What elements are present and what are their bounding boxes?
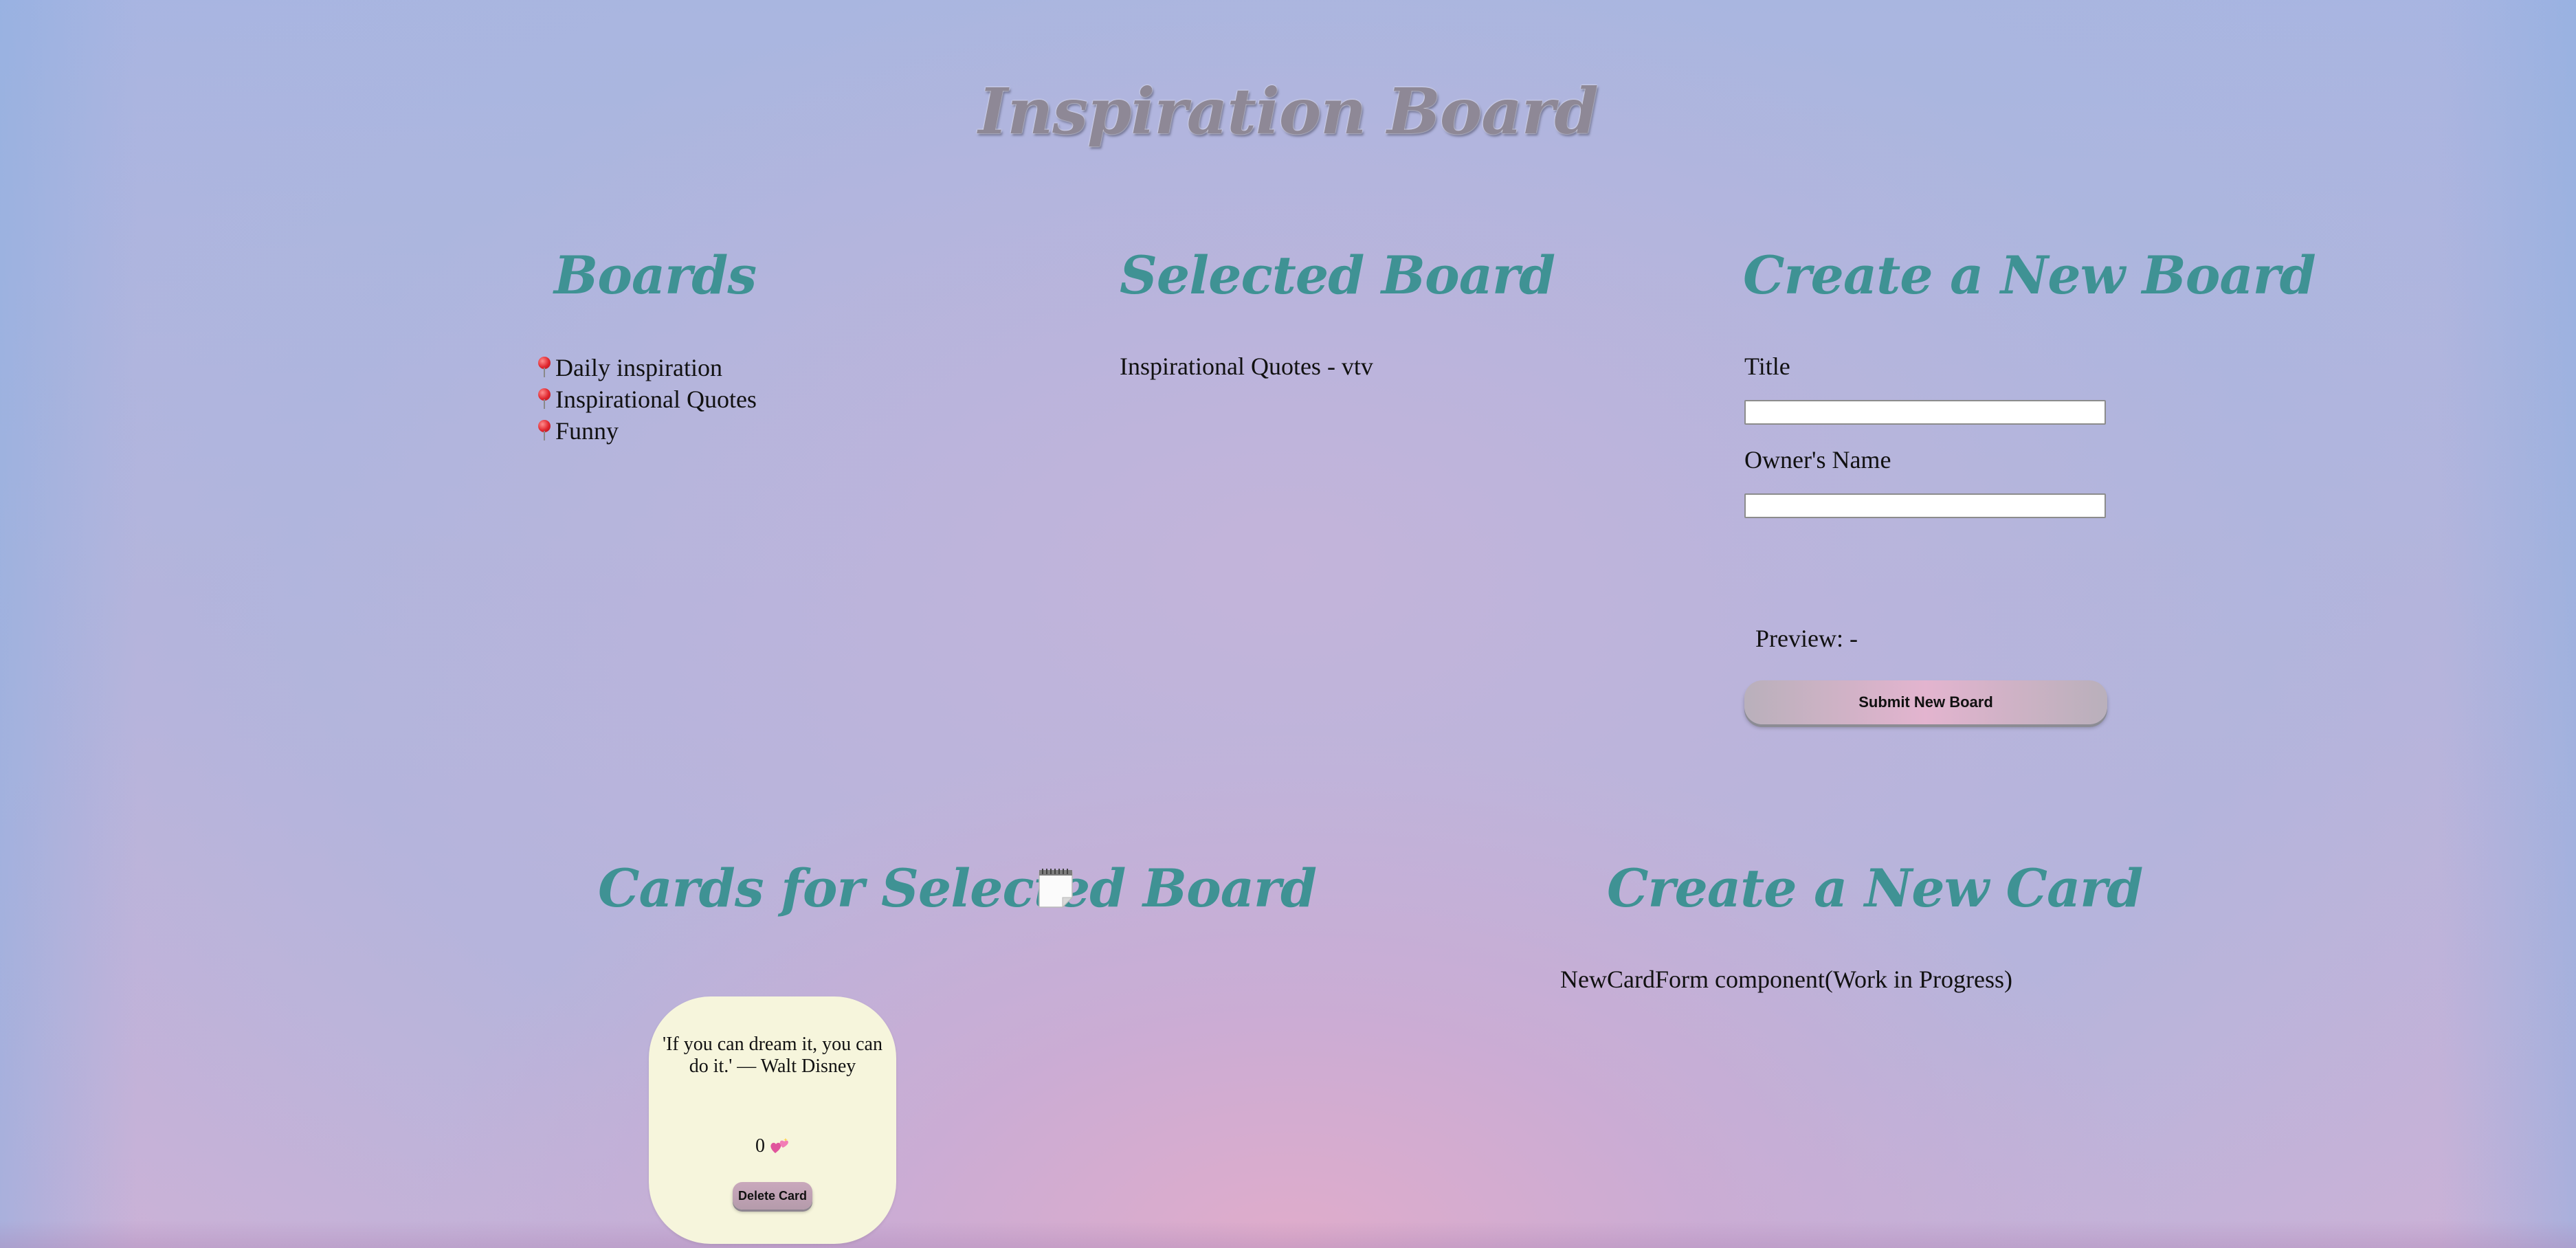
board-item-funny[interactable]: Funny	[536, 415, 757, 447]
owner-name-label: Owner's Name	[1744, 446, 1891, 473]
pushpin-icon	[536, 386, 553, 413]
board-item-label: Daily inspiration	[555, 354, 722, 381]
hearts-icon[interactable]	[769, 1137, 790, 1156]
app-title: Inspiration Board	[978, 74, 1598, 148]
pushpin-icon	[536, 417, 553, 445]
owner-name-input[interactable]	[1744, 493, 2106, 518]
like-count: 0	[755, 1135, 765, 1157]
cards-heading: Cards for Selected Board	[598, 858, 1317, 919]
card-likes: 0	[649, 1135, 896, 1157]
notepad-icon	[1036, 867, 1075, 910]
board-item-label: Funny	[555, 417, 619, 445]
board-preview: Preview: -	[1755, 625, 1858, 652]
board-item-inspirational-quotes[interactable]: Inspirational Quotes	[536, 383, 757, 415]
create-board-heading: Create a New Board	[1743, 245, 2316, 306]
bottom-shadow	[0, 1221, 2576, 1248]
board-item-daily-inspiration[interactable]: Daily inspiration	[536, 352, 757, 383]
delete-card-button[interactable]: Delete Card	[733, 1182, 812, 1210]
card-message: 'If you can dream it, you can do it.' — …	[663, 1034, 882, 1077]
selected-board-heading: Selected Board	[1120, 245, 1555, 306]
new-card-form-placeholder: NewCardForm component(Work in Progress)	[1560, 966, 2012, 993]
selected-board-value: Inspirational Quotes - vtv	[1120, 353, 1373, 380]
title-input[interactable]	[1744, 400, 2106, 425]
title-label: Title	[1744, 353, 1790, 380]
boards-list: Daily inspiration Inspirational Quotes F…	[536, 352, 757, 447]
boards-heading: Boards	[554, 245, 757, 306]
submit-new-board-button[interactable]: Submit New Board	[1744, 680, 2107, 724]
board-item-label: Inspirational Quotes	[555, 386, 757, 413]
pushpin-icon	[536, 354, 553, 381]
card: 'If you can dream it, you can do it.' — …	[649, 996, 896, 1244]
background-vignette	[0, 0, 2576, 1248]
create-card-heading: Create a New Card	[1607, 858, 2143, 919]
